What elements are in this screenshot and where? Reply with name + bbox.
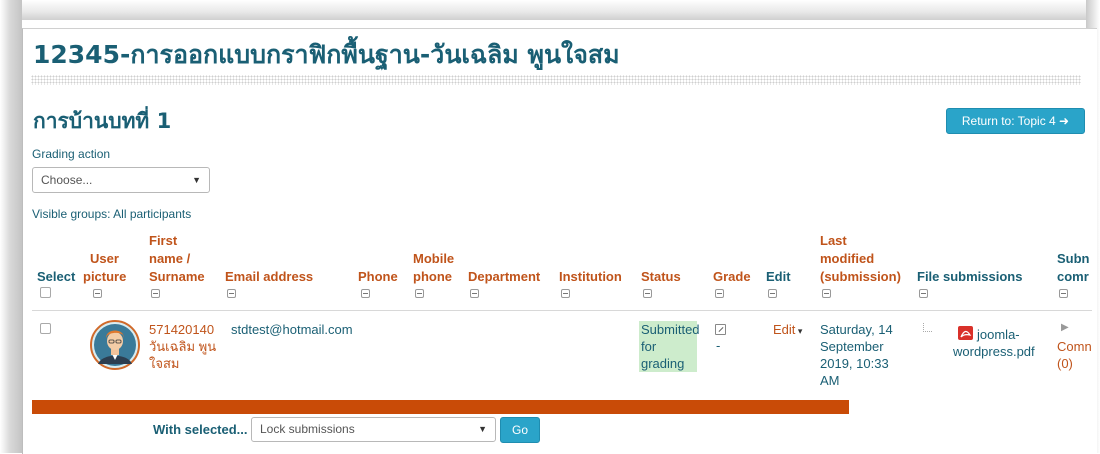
tree-connector-icon (923, 323, 932, 332)
chevron-down-icon: ▼ (478, 424, 487, 434)
frame-shadow (0, 0, 1100, 20)
collapse-column-icon[interactable] (561, 289, 570, 298)
student-name-line1[interactable]: วันเฉลิม พูน (149, 338, 221, 355)
go-button[interactable]: Go (500, 417, 540, 443)
table-header-divider (32, 310, 1092, 311)
file-name-line1[interactable]: joomla- (977, 326, 1020, 343)
caret-down-icon[interactable]: ▾ (795, 326, 803, 336)
student-name-link[interactable]: 571420140 วันเฉลิม พูน ใจสม (149, 321, 221, 372)
pdf-icon (958, 326, 973, 340)
title-divider (31, 75, 1081, 85)
collapse-column-icon[interactable] (822, 289, 831, 298)
avatar[interactable] (90, 320, 140, 370)
column-surname[interactable]: Surname (149, 269, 205, 285)
column-email[interactable]: Email address (225, 269, 313, 285)
student-id[interactable]: 571420140 (149, 321, 221, 338)
bulk-action-value: Lock submissions (260, 422, 355, 436)
expand-triangle-icon[interactable]: ▶ (1061, 322, 1069, 333)
column-user-picture-line2[interactable]: picture (83, 269, 126, 285)
collapse-column-icon[interactable] (227, 289, 236, 298)
column-name-slash[interactable]: name / (149, 251, 190, 267)
file-submission-link-cont[interactable]: wordpress.pdf (953, 343, 1035, 360)
status-line2: for (641, 339, 657, 354)
assignment-title: การบ้านบทที่ 1 (33, 109, 172, 133)
grading-action-value: Choose... (41, 173, 93, 187)
row-select-checkbox[interactable] (40, 323, 51, 334)
assignment-grading-panel: 12345-การออกแบบกราฟิกพื้นฐาน-วันเฉลิม พู… (22, 28, 1097, 454)
last-modified-line4: AM (820, 373, 840, 388)
last-modified-line2: September (820, 339, 884, 354)
status-badge: Submitted for grading (639, 321, 700, 372)
comments-link[interactable]: Comn (0) (1057, 338, 1092, 372)
collapse-column-icon[interactable] (643, 289, 652, 298)
edit-label[interactable]: Edit (773, 322, 795, 337)
column-institution[interactable]: Institution (559, 269, 622, 285)
column-phone[interactable]: Phone (358, 269, 398, 285)
column-submission-comments-line2: comr (1057, 269, 1089, 284)
collapse-column-icon[interactable] (151, 289, 160, 298)
collapse-column-icon[interactable] (93, 289, 102, 298)
grading-action-select[interactable]: Choose... ▼ (32, 167, 210, 193)
column-last-modified-line1[interactable]: Last (820, 233, 847, 249)
student-name-line2[interactable]: ใจสม (149, 355, 221, 372)
column-department[interactable]: Department (468, 269, 540, 285)
visible-groups-label: Visible groups: All participants (32, 207, 192, 221)
last-modified-date: Saturday, 14 September 2019, 10:33 AM (820, 321, 905, 389)
column-last-modified-line2[interactable]: modified (820, 251, 874, 267)
column-mobile-line2[interactable]: phone (413, 269, 452, 285)
column-submission-comments-line1: Subn (1057, 251, 1090, 266)
column-grade[interactable]: Grade (713, 269, 751, 285)
collapse-column-icon[interactable] (919, 289, 928, 298)
student-email: stdtest@hotmail.com (231, 322, 353, 337)
collapse-column-icon[interactable] (715, 289, 724, 298)
column-last-modified-line3[interactable]: (submission) (820, 269, 901, 285)
frame-shadow-left (0, 0, 22, 453)
with-selected-label: With selected... (153, 422, 248, 437)
select-all-checkbox[interactable] (40, 287, 51, 298)
course-title: 12345-การออกแบบกราฟิกพื้นฐาน-วันเฉลิม พู… (33, 40, 620, 69)
column-select: Select (37, 269, 76, 284)
last-modified-line3: 2019, 10:33 (820, 356, 889, 371)
status-line3: grading (641, 356, 685, 371)
collapse-column-icon[interactable] (361, 289, 370, 298)
collapse-column-icon[interactable] (415, 289, 424, 298)
return-to-topic-button[interactable]: Return to: Topic 4 ➜ (946, 108, 1085, 134)
collapse-column-icon[interactable] (470, 289, 479, 298)
comments-label[interactable]: Comn (1057, 338, 1092, 355)
column-edit: Edit (766, 269, 791, 284)
file-submission-link[interactable]: joomla- (977, 326, 1020, 343)
grade-edit-icon[interactable] (715, 324, 726, 335)
chevron-down-icon: ▼ (192, 175, 201, 185)
grading-action-label: Grading action (32, 147, 111, 161)
last-modified-line1: Saturday, 14 (820, 322, 893, 337)
column-first-name[interactable]: First (149, 233, 177, 249)
status-line1: Submitted (641, 322, 700, 337)
column-mobile-line1[interactable]: Mobile (413, 251, 454, 267)
column-file-submissions: File submissions (917, 269, 1023, 284)
grade-value: - (716, 338, 721, 353)
collapse-column-icon[interactable] (768, 289, 777, 298)
column-status[interactable]: Status (641, 269, 681, 285)
collapse-column-icon[interactable] (1059, 289, 1068, 298)
bulk-action-select[interactable]: Lock submissions ▼ (251, 417, 496, 442)
horizontal-scrollbar[interactable] (32, 400, 849, 414)
comments-count[interactable]: (0) (1057, 355, 1092, 372)
edit-menu[interactable]: Edit ▾ (773, 321, 802, 340)
column-user-picture-line1[interactable]: User (90, 251, 119, 267)
